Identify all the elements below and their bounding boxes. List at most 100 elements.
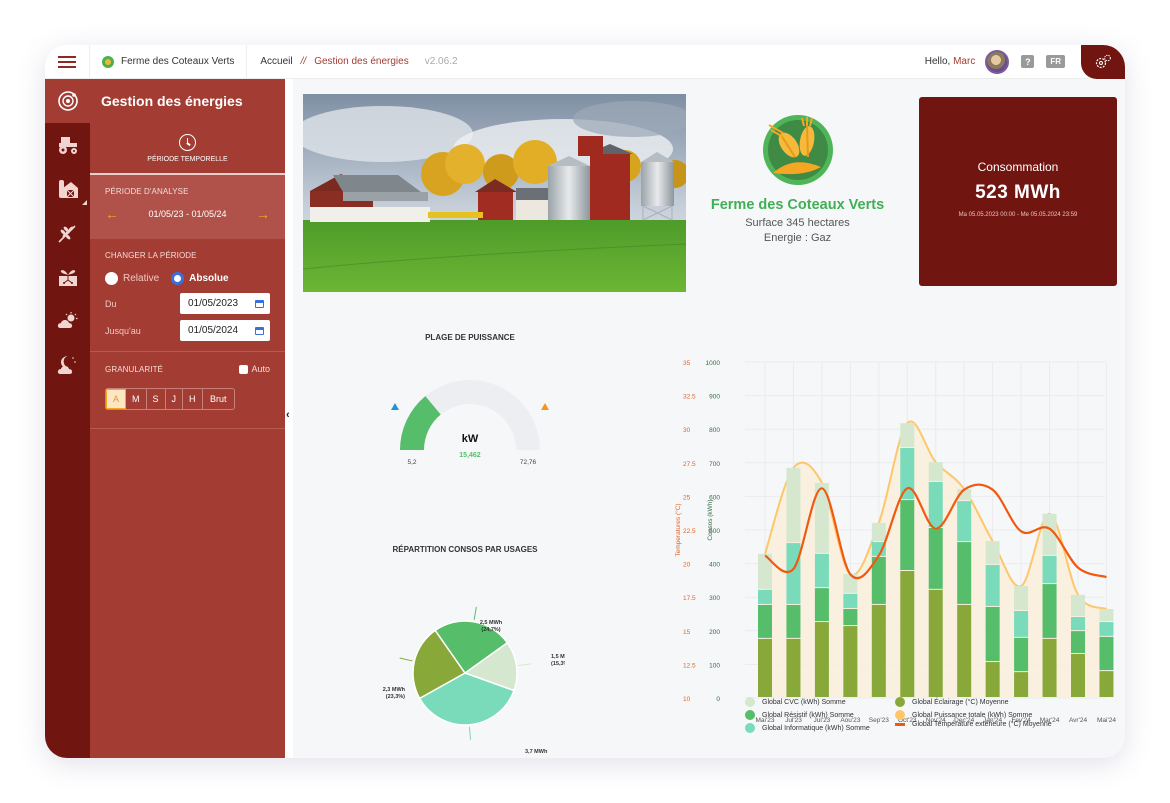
bar-segment xyxy=(957,542,972,604)
y-right-axis-title: Consos (kWh) xyxy=(707,499,714,540)
bar-segment xyxy=(871,604,886,697)
pie-percent-label: (24,7%) xyxy=(481,627,500,633)
calendar-icon[interactable] xyxy=(255,326,264,335)
user-area: Hello, Marc ? FR xyxy=(925,45,1125,79)
greeting-text: Hello, xyxy=(924,56,951,67)
from-date-value: 01/05/2023 xyxy=(188,298,239,309)
checkbox-box[interactable] xyxy=(239,364,249,374)
legend-item-temperature[interactable]: Global Température extérieure (°C) Moyen… xyxy=(895,721,1052,728)
pie-value-label: 2,3 MWh xyxy=(383,687,406,693)
from-date-input[interactable]: 01/05/2023 xyxy=(180,293,270,314)
change-period-label: CHANGER LA PÉRIODE xyxy=(105,251,197,260)
to-date-value: 01/05/2024 xyxy=(188,325,239,336)
brand-name: Ferme des Coteaux Verts xyxy=(121,56,235,67)
bar-segment xyxy=(814,553,829,588)
analysis-range: 01/05/23 - 01/05/24 xyxy=(148,209,227,219)
rail-item-soil[interactable] xyxy=(45,255,90,299)
bar-segment xyxy=(1014,586,1029,610)
granularity-option-j[interactable]: J xyxy=(166,389,184,409)
bar-segment xyxy=(1014,610,1029,637)
radio-absolue-dot[interactable] xyxy=(171,272,185,285)
legend-swatch xyxy=(745,710,755,720)
app-version: v2.06.2 xyxy=(424,56,458,67)
breadcrumb: Accueil // Gestion des énergies v2.06.2 xyxy=(247,56,457,67)
next-period-arrow-icon[interactable]: → xyxy=(256,206,270,222)
legend-swatch xyxy=(745,697,755,707)
granularity-option-m[interactable]: M xyxy=(126,389,147,409)
wheat-logo-icon xyxy=(762,115,833,185)
chart-legend: Global CVC (kWh) Somme Global Résistif (… xyxy=(745,697,1125,742)
hamburger-icon[interactable] xyxy=(45,45,90,79)
bar-segment xyxy=(1099,636,1114,671)
legend-swatch xyxy=(895,697,905,707)
granularity-option-h[interactable]: H xyxy=(183,389,203,409)
rail-item-weather-night[interactable] xyxy=(45,343,90,387)
calendar-icon[interactable] xyxy=(255,299,264,308)
bar-segment xyxy=(1071,594,1086,617)
brand[interactable]: Ferme des Coteaux Verts xyxy=(90,45,248,79)
farm-photo xyxy=(303,94,686,292)
y-left-tick-label: 12.5 xyxy=(683,662,696,669)
to-date-input[interactable]: 01/05/2024 xyxy=(180,320,270,341)
bar-segment xyxy=(1071,617,1086,631)
legend-swatch xyxy=(895,723,905,726)
bar-segment xyxy=(814,622,829,697)
avatar[interactable] xyxy=(985,49,1010,74)
analysis-period: PÉRIODE D'ANALYSE ← 01/05/23 - 01/05/24 … xyxy=(90,175,285,239)
rail-item-crops[interactable] xyxy=(45,211,90,255)
pie-leader-line xyxy=(518,663,532,667)
rail-item-barn[interactable] xyxy=(45,167,90,211)
bar-segment xyxy=(843,593,858,608)
breadcrumb-current[interactable]: Gestion des énergies xyxy=(314,56,409,67)
collapse-panel-chevron-icon[interactable]: ‹ xyxy=(286,409,290,421)
icon-rail xyxy=(45,79,90,758)
legend-item-puissance[interactable]: Global Puissance totale (kWh) Somme xyxy=(895,710,1032,720)
radio-absolue[interactable]: Absolue xyxy=(171,272,229,285)
y-left-axis-title: Temperatures (°C) xyxy=(674,503,682,556)
weather-sun-cloud-icon xyxy=(57,312,77,328)
granularity-selector: A M S J H Brut xyxy=(105,388,235,410)
auto-checkbox[interactable]: Auto xyxy=(239,364,270,374)
breadcrumb-home[interactable]: Accueil xyxy=(260,56,292,67)
breadcrumb-separator: // xyxy=(300,56,307,67)
rail-item-weather-day[interactable] xyxy=(45,299,90,343)
bar-segment xyxy=(786,543,801,604)
legend-label: Global Température extérieure (°C) Moyen… xyxy=(912,721,1052,728)
consumption-value: 523 MWh xyxy=(975,182,1061,203)
user-name: Marc xyxy=(953,56,976,67)
y-right-tick-label: 200 xyxy=(709,629,720,636)
language-selector[interactable]: FR xyxy=(1046,55,1065,68)
rail-item-energy[interactable] xyxy=(45,79,90,123)
pie-title: RÉPARTITION CONSOS PAR USAGES xyxy=(392,545,538,554)
legend-item-resistif[interactable]: Global Résistif (kWh) Somme xyxy=(745,710,854,720)
granularity-option-s[interactable]: S xyxy=(147,389,166,409)
y-right-tick-label: 100 xyxy=(709,662,720,669)
radio-absolue-label: Absolue xyxy=(189,273,229,284)
y-right-tick-label: 400 xyxy=(709,562,720,569)
radio-relative-dot[interactable] xyxy=(105,272,118,285)
previous-period-arrow-icon[interactable]: ← xyxy=(105,206,119,222)
bar-segment xyxy=(786,638,801,697)
legend-item-informatique[interactable]: Global Informatique (kWh) Somme xyxy=(745,723,870,733)
tab-periode-temporelle[interactable]: PÉRIODE TEMPORELLE xyxy=(90,123,285,175)
y-right-tick-label: 0 xyxy=(716,696,720,703)
bar-segment xyxy=(1099,671,1114,697)
farm-surface: Surface 345 hectares xyxy=(745,217,850,229)
bar-segment xyxy=(843,608,858,626)
legend-item-eclairage[interactable]: Global Éclairage (°C) Moyenne xyxy=(895,697,1009,707)
settings-button[interactable] xyxy=(1081,45,1125,79)
granularity-option-a[interactable]: A xyxy=(106,389,127,409)
from-label: Du xyxy=(105,298,117,309)
y-left-tick-label: 20 xyxy=(683,562,691,569)
pie-leader-line xyxy=(468,726,472,740)
farm-logo-icon xyxy=(102,55,114,68)
bar-segment xyxy=(1042,555,1057,584)
side-panel: Gestion des énergies PÉRIODE TEMPORELLE … xyxy=(90,79,285,758)
legend-item-cvc[interactable]: Global CVC (kWh) Somme xyxy=(745,697,846,707)
sprout-icon xyxy=(58,270,77,286)
weather-moon-cloud-icon xyxy=(57,356,76,374)
rail-item-tractor[interactable] xyxy=(45,123,90,167)
granularity-option-brut[interactable]: Brut xyxy=(203,389,234,409)
help-icon[interactable]: ? xyxy=(1021,55,1035,68)
radio-relative[interactable]: Relative xyxy=(105,272,159,285)
